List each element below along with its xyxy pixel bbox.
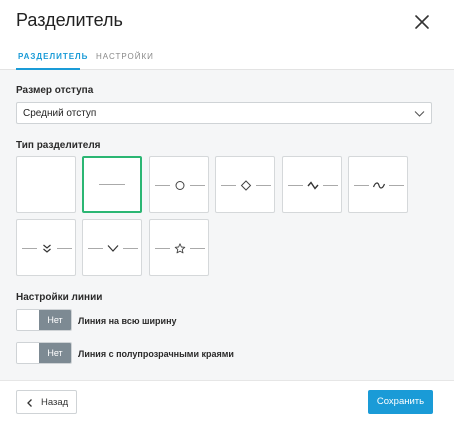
fade-edges-line-label: Линия с полупрозрачными краями	[78, 349, 234, 359]
toggle-knob	[17, 343, 39, 363]
divider-option-empty[interactable]	[16, 156, 76, 213]
back-button[interactable]: Назад	[16, 390, 77, 414]
back-button-label: Назад	[41, 397, 69, 408]
tab-divider[interactable]: РАЗДЕЛИТЕЛЬ	[18, 52, 88, 61]
divider-option-wave[interactable]	[348, 156, 408, 213]
spacing-select[interactable]: Средний отступ	[16, 102, 432, 124]
double-chevron-divider-icon	[22, 244, 72, 253]
close-icon[interactable]	[412, 12, 432, 32]
dialog-footer: Назад Сохранить	[0, 380, 454, 426]
full-width-line-label: Линия на всю ширину	[78, 316, 177, 326]
tab-bar: РАЗДЕЛИТЕЛЬ НАСТРОЙКИ	[0, 48, 454, 70]
divider-option-line[interactable]	[82, 156, 142, 213]
chevron-left-icon	[27, 399, 32, 407]
wave-divider-icon	[354, 182, 404, 189]
save-button[interactable]: Сохранить	[368, 390, 433, 414]
toggle-state-label: Нет	[39, 310, 71, 330]
chevron-divider-icon	[88, 245, 138, 252]
zigzag-divider-icon	[288, 181, 338, 190]
divider-option-double-chevron[interactable]	[16, 219, 76, 276]
spacing-label: Размер отступа	[16, 85, 94, 96]
circle-divider-icon	[155, 181, 205, 190]
dialog-body: Размер отступа Средний отступ Тип раздел…	[0, 70, 454, 380]
diamond-divider-icon	[221, 180, 271, 191]
full-width-line-toggle[interactable]: Нет	[16, 309, 72, 331]
divider-type-label: Тип разделителя	[16, 140, 101, 151]
dialog-title: Разделитель	[16, 10, 123, 30]
spacing-select-value: Средний отступ	[23, 108, 97, 119]
star-divider-icon	[155, 243, 205, 254]
divider-option-chevron[interactable]	[82, 219, 142, 276]
line-divider-icon	[99, 184, 125, 185]
divider-option-diamond[interactable]	[215, 156, 275, 213]
fade-edges-line-toggle[interactable]: Нет	[16, 342, 72, 364]
line-settings-label: Настройки линии	[16, 292, 103, 303]
dialog-header: Разделитель	[0, 0, 454, 40]
tab-settings[interactable]: НАСТРОЙКИ	[96, 52, 154, 61]
toggle-state-label: Нет	[39, 343, 71, 363]
divider-option-star[interactable]	[149, 219, 209, 276]
toggle-knob	[17, 310, 39, 330]
divider-option-circle[interactable]	[149, 156, 209, 213]
divider-option-zigzag[interactable]	[282, 156, 342, 213]
chevron-down-icon	[414, 111, 425, 117]
